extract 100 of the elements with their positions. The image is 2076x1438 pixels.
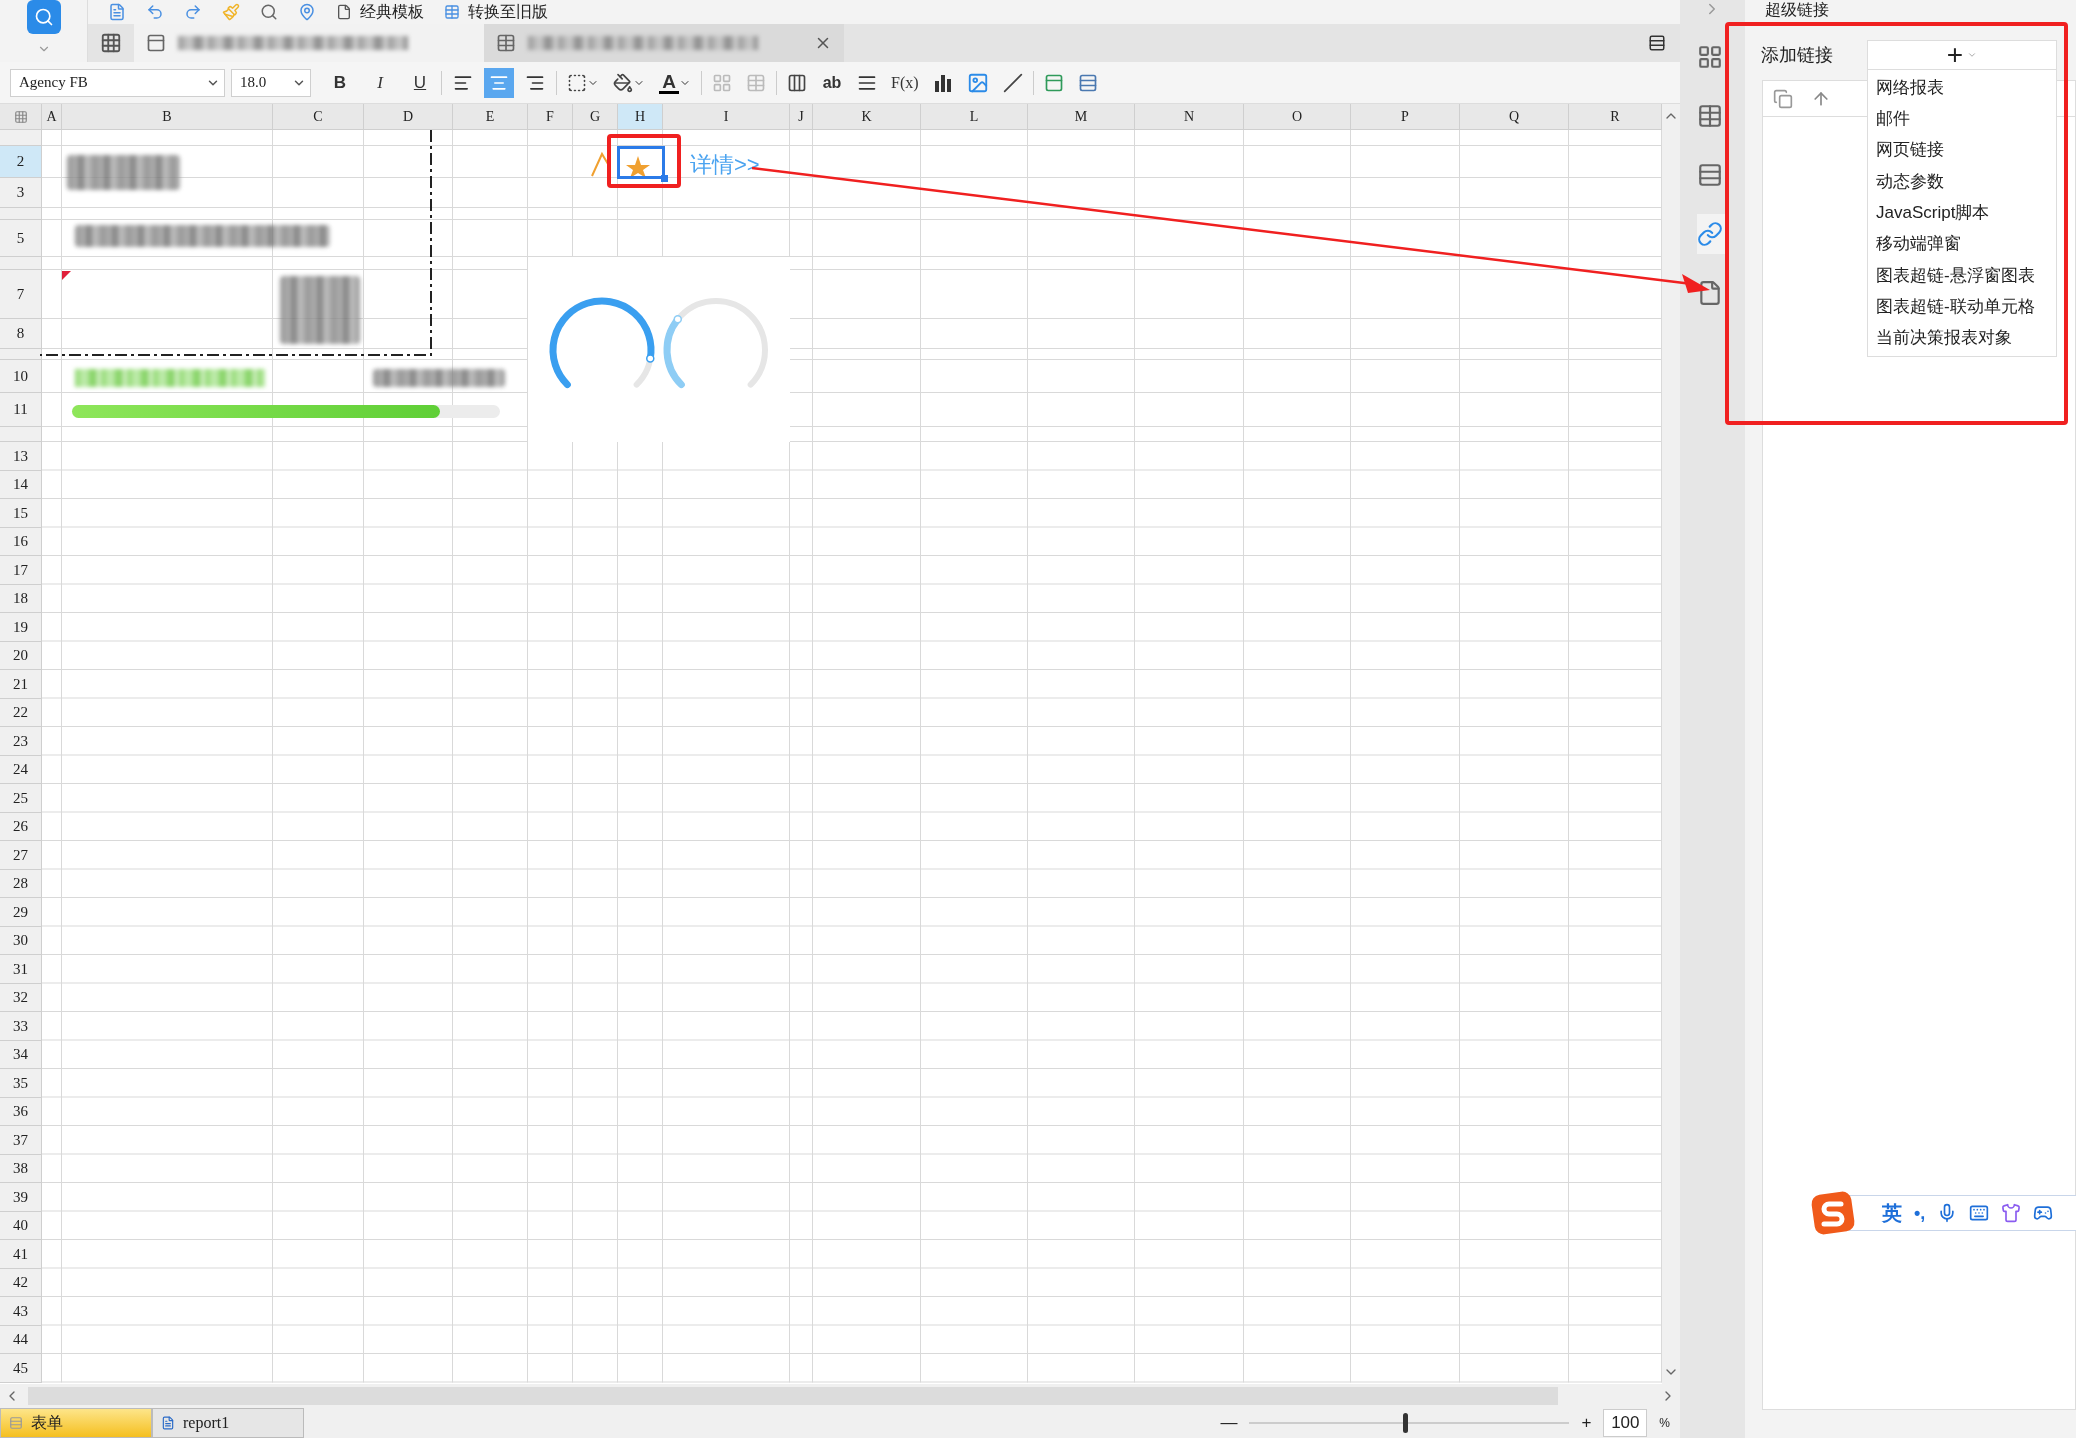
row-header[interactable]: 18	[0, 584, 42, 613]
link-icon[interactable]	[1697, 214, 1725, 254]
zoom-slider-thumb[interactable]	[1403, 1413, 1408, 1433]
menu-item[interactable]: 图表超链-悬浮窗图表	[1868, 259, 2056, 292]
column-header[interactable]: Q	[1460, 104, 1569, 130]
gamepad-icon[interactable]	[2033, 1203, 2054, 1223]
column-header[interactable]: D	[364, 104, 453, 130]
row-header[interactable]: 20	[0, 641, 42, 670]
column-header[interactable]: A	[42, 104, 62, 130]
row-header[interactable]: 35	[0, 1069, 42, 1098]
layout-icon[interactable]	[1043, 72, 1064, 93]
column-header[interactable]: J	[790, 104, 813, 130]
toolbar-button[interactable]: 经典模板	[336, 2, 424, 22]
redo-icon[interactable]	[184, 3, 202, 21]
font-select[interactable]: Agency FB	[10, 68, 225, 97]
column-header[interactable]: C	[273, 104, 364, 130]
row-header[interactable]: 41	[0, 1240, 42, 1269]
merge-cells-icon[interactable]	[712, 72, 732, 93]
rows-icon[interactable]	[1077, 72, 1098, 93]
row-header[interactable]: 33	[0, 1012, 42, 1041]
row-header[interactable]: 38	[0, 1154, 42, 1183]
row-header[interactable]: 43	[0, 1297, 42, 1326]
column-header[interactable]: R	[1569, 104, 1662, 130]
fill-handle[interactable]	[661, 175, 668, 182]
column-header[interactable]: N	[1135, 104, 1244, 130]
menu-item[interactable]: 网页链接	[1868, 134, 2056, 166]
select-all-icon[interactable]	[0, 104, 42, 130]
italic-button[interactable]: I	[365, 67, 395, 98]
column-header[interactable]: B	[62, 104, 273, 130]
zoom-value-field[interactable]: 100	[1603, 1409, 1648, 1437]
column-header[interactable]: H	[618, 104, 663, 130]
menu-item[interactable]: 图表超链-联动单元格	[1868, 291, 2056, 323]
undo-icon[interactable]	[146, 3, 164, 21]
row-header[interactable]: 30	[0, 926, 42, 955]
row-header[interactable]: 17	[0, 556, 42, 585]
toolbar-button[interactable]: 转换至旧版	[444, 2, 548, 22]
row-header[interactable]: 5	[0, 220, 42, 257]
row-header[interactable]: 16	[0, 527, 42, 556]
menu-item[interactable]: 网络报表	[1868, 72, 2056, 104]
bold-button[interactable]: B	[325, 67, 355, 98]
row-header[interactable]: 40	[0, 1211, 42, 1240]
zoom-slider[interactable]	[1249, 1412, 1570, 1434]
font-size-select[interactable]: 18.0	[231, 68, 311, 97]
pin-icon[interactable]	[298, 3, 316, 21]
menu-item[interactable]: JavaScript脚本	[1868, 197, 2056, 229]
column-header[interactable]: P	[1351, 104, 1460, 130]
column-header[interactable]: O	[1244, 104, 1351, 130]
row-header[interactable]: 25	[0, 784, 42, 813]
column-header[interactable]: I	[663, 104, 790, 130]
row-header[interactable]: 27	[0, 841, 42, 870]
zoom-out-button[interactable]: —	[1220, 1410, 1238, 1436]
menu-item[interactable]: 移动端弹窗	[1868, 228, 2056, 260]
preview-icon[interactable]	[260, 3, 278, 21]
column-header[interactable]: L	[921, 104, 1028, 130]
row-header[interactable]: 19	[0, 613, 42, 642]
app-logo-icon[interactable]	[26, 0, 61, 34]
document-icon[interactable]	[108, 3, 126, 21]
ime-logo-icon[interactable]	[1810, 1190, 1856, 1236]
ime-mode-button[interactable]: 英	[1882, 1198, 1902, 1228]
new-sheet-icon[interactable]	[100, 32, 122, 54]
row-header[interactable]: 22	[0, 698, 42, 727]
column-header[interactable]: K	[813, 104, 921, 130]
row-header[interactable]: 2	[0, 146, 42, 178]
sheet-tab[interactable]: report1	[152, 1408, 304, 1438]
text-field-icon[interactable]	[787, 72, 807, 93]
row-header[interactable]: 29	[0, 898, 42, 927]
row-header[interactable]: 21	[0, 670, 42, 699]
row-header[interactable]: 31	[0, 955, 42, 984]
row-header[interactable]: 45	[0, 1354, 42, 1383]
row-header[interactable]: 26	[0, 812, 42, 841]
keyboard-icon[interactable]	[1969, 1203, 1990, 1223]
column-header[interactable]: E	[453, 104, 528, 130]
row-header[interactable]: 28	[0, 869, 42, 898]
row-header[interactable]: 11	[0, 393, 42, 427]
zoom-in-button[interactable]: +	[1581, 1410, 1592, 1436]
shirt-icon[interactable]	[2001, 1203, 2022, 1223]
formula-button[interactable]: F(x)	[887, 67, 923, 98]
row-header[interactable]: 23	[0, 727, 42, 756]
row-header[interactable]: 44	[0, 1325, 42, 1354]
row-header[interactable]: 8	[0, 319, 42, 349]
menu-item[interactable]: 邮件	[1868, 103, 2056, 135]
row-header[interactable]: 42	[0, 1268, 42, 1297]
row-header[interactable]: 36	[0, 1097, 42, 1126]
row-header[interactable]: 39	[0, 1183, 42, 1212]
row-header[interactable]: 15	[0, 499, 42, 528]
punctuation-button[interactable]: •,	[1914, 1199, 1926, 1227]
row-header[interactable]: 14	[0, 470, 42, 499]
add-link-button[interactable]: +	[1867, 40, 2057, 70]
column-header[interactable]: F	[528, 104, 573, 130]
text-format-button[interactable]: ab	[817, 67, 847, 98]
menu-item[interactable]: 动态参数	[1868, 165, 2056, 198]
row-header[interactable]: 10	[0, 360, 42, 393]
row-header[interactable]: 37	[0, 1126, 42, 1155]
row-header[interactable]: 24	[0, 755, 42, 784]
tab-menu-icon[interactable]	[1648, 34, 1666, 52]
row-header[interactable]: 13	[0, 442, 42, 471]
column-header[interactable]: G	[573, 104, 618, 130]
font-color-button[interactable]: A	[655, 67, 695, 98]
underline-button[interactable]: U	[405, 67, 435, 98]
image-icon[interactable]	[966, 71, 989, 94]
